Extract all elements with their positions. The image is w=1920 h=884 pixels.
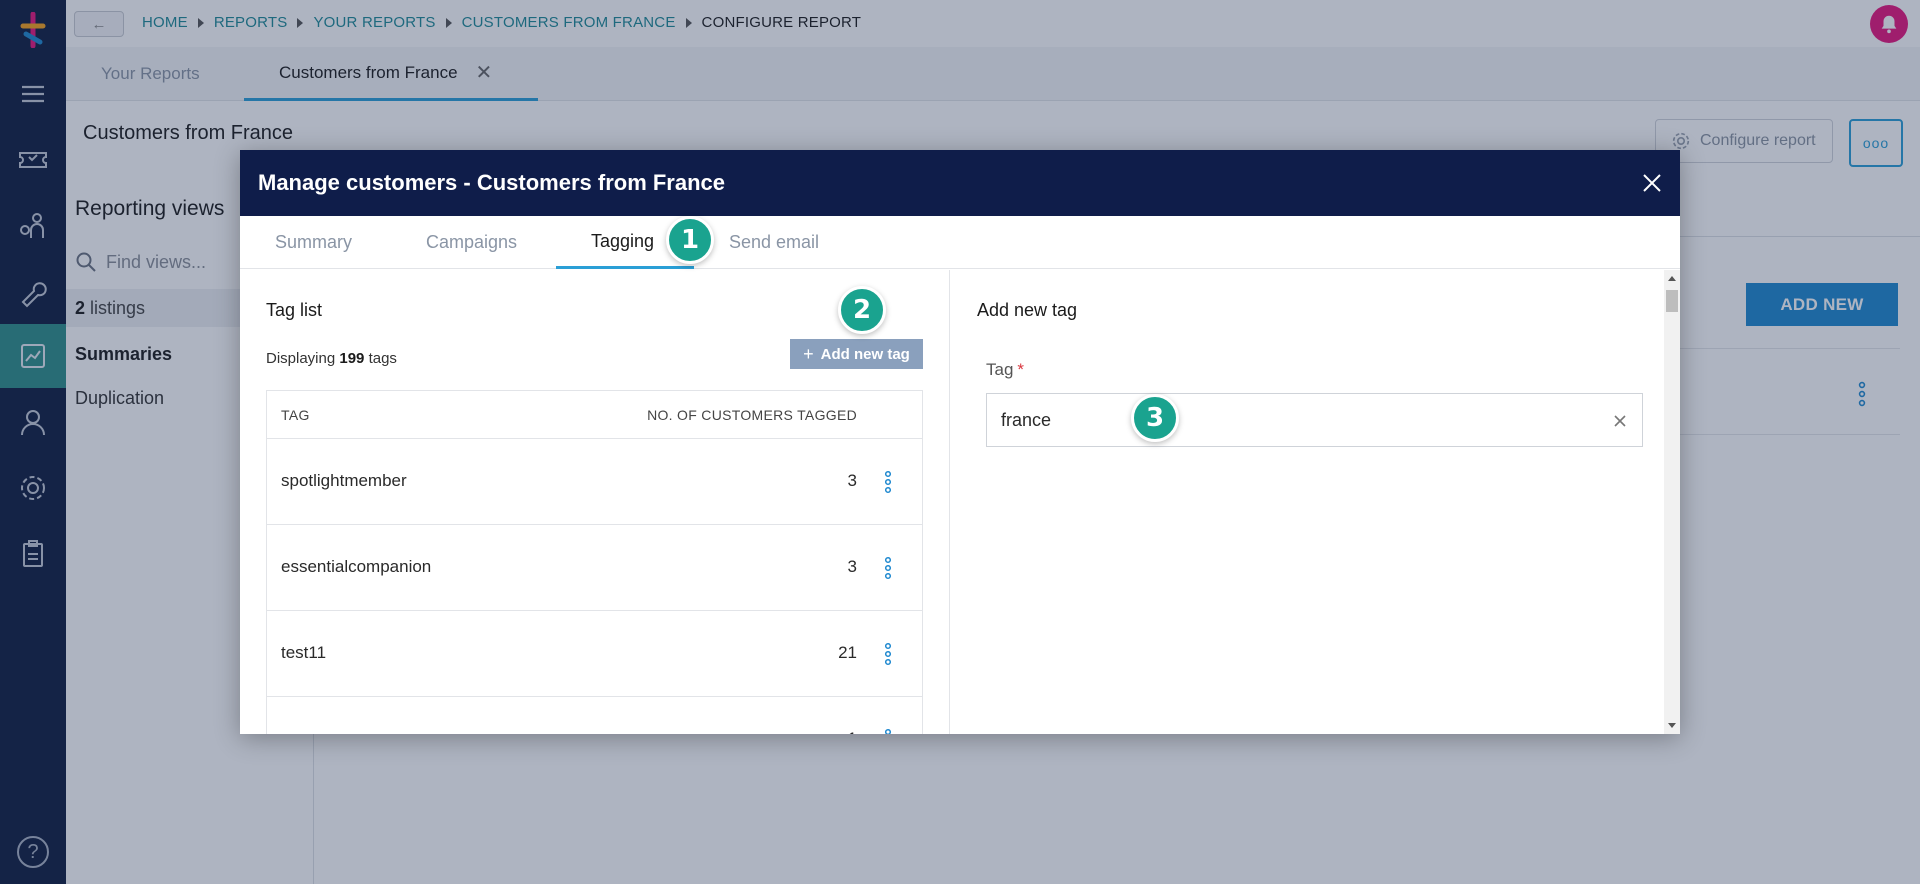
column-header-tag[interactable]: TAG	[281, 407, 310, 423]
add-new-tag-label: Add new tag	[820, 345, 910, 363]
tag-table: TAG NO. OF CUSTOMERS TAGGED spotlightmem…	[266, 390, 923, 734]
required-indicator: *	[1017, 360, 1025, 379]
tag-input-value: france	[1001, 409, 1052, 430]
plus-icon: +	[803, 343, 814, 364]
tag-list-title: Tag list	[266, 300, 323, 320]
tag-input[interactable]: france	[986, 393, 1643, 447]
manage-customers-modal: Manage customers - Customers from France…	[240, 150, 1680, 734]
tag-count-value: 199	[339, 350, 365, 367]
tag-count-summary: Displaying 199 tags	[266, 350, 397, 367]
kebab-menu-icon[interactable]	[884, 728, 892, 734]
add-new-tag-panel: Add new tag Tag * france	[951, 270, 1664, 734]
add-new-tag-title: Add new tag	[977, 300, 1078, 320]
modal-tab-bar: Summary Campaigns Tagging Send email	[240, 216, 1680, 269]
tab-send-email[interactable]: Send email	[729, 216, 819, 269]
modal-scrollbar[interactable]	[1664, 270, 1680, 734]
tag-count-prefix: Displaying	[266, 350, 336, 367]
table-header: TAG NO. OF CUSTOMERS TAGGED	[267, 391, 922, 439]
kebab-menu-icon[interactable]	[884, 556, 892, 580]
scroll-up-icon[interactable]	[1668, 276, 1676, 281]
table-row[interactable]: spotlightmember 3	[267, 439, 922, 525]
tab-campaigns[interactable]: Campaigns	[426, 216, 517, 269]
close-icon[interactable]	[1638, 169, 1666, 197]
tag-name: ...	[281, 729, 295, 734]
table-row[interactable]: essentialcompanion 3	[267, 525, 922, 611]
tag-name: essentialcompanion	[281, 557, 432, 576]
tag-customer-count: 3	[847, 557, 857, 576]
add-new-tag-button[interactable]: + Add new tag	[790, 339, 923, 369]
tag-list-panel: Tag list Displaying 199 tags + Add new t…	[240, 270, 950, 734]
tag-count-suffix: tags	[368, 350, 397, 367]
tag-field-label: Tag *	[986, 360, 1024, 380]
modal-title: Manage customers - Customers from France	[258, 170, 726, 195]
tab-summary[interactable]: Summary	[275, 216, 352, 269]
kebab-menu-icon[interactable]	[884, 642, 892, 666]
clear-input-icon[interactable]	[1612, 413, 1628, 429]
tag-customer-count: 1	[848, 729, 857, 734]
tag-name: spotlightmember	[281, 471, 407, 490]
table-row[interactable]: test11 21	[267, 611, 922, 697]
column-header-customers-tagged[interactable]: NO. OF CUSTOMERS TAGGED	[647, 407, 857, 423]
scroll-down-icon[interactable]	[1668, 723, 1676, 728]
modal-header: Manage customers - Customers from France	[240, 150, 1680, 216]
tag-name: test11	[281, 643, 327, 662]
step-badge-1: 1	[666, 216, 714, 264]
step-badge-2: 2	[838, 286, 886, 334]
table-row[interactable]: ... 1	[267, 697, 922, 734]
tag-customer-count: 3	[847, 471, 857, 490]
tag-customer-count: 21	[838, 643, 857, 662]
tag-label-text: Tag	[986, 360, 1014, 379]
scrollbar-thumb[interactable]	[1666, 290, 1678, 312]
kebab-menu-icon[interactable]	[884, 470, 892, 494]
step-badge-3: 3	[1131, 394, 1179, 442]
